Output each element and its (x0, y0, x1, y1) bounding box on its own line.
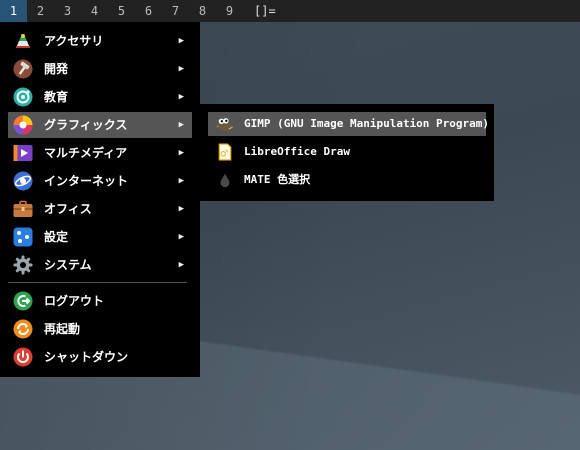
menu-item-label: 教育 (44, 90, 69, 104)
workspace-8-button[interactable]: 8 (189, 0, 216, 22)
graphics-icon (13, 115, 33, 135)
menu-item-shutdown[interactable]: シャットダウン (8, 344, 192, 370)
menu-item-label: マルチメディア (44, 146, 128, 160)
menu-item-office[interactable]: オフィス ▶ (8, 196, 192, 222)
submenu-item-libreoffice-draw[interactable]: LibreOffice Draw (208, 140, 486, 164)
multimedia-icon (13, 145, 33, 161)
submenu-arrow-icon: ▶ (178, 36, 184, 46)
internet-icon (13, 171, 33, 191)
menu-item-label: システム (44, 258, 92, 272)
menu-item-label: アクセサリ (44, 34, 104, 48)
menu-separator (8, 282, 187, 283)
workspace-1-button[interactable]: 1 (0, 0, 27, 22)
gimp-icon (216, 118, 233, 131)
libreoffice-draw-icon (218, 143, 232, 161)
menu-item-restart[interactable]: 再起動 (8, 316, 192, 342)
submenu-arrow-icon: ▶ (178, 260, 184, 270)
menu-item-label: グラフィックス (44, 118, 128, 132)
workspace-3-button[interactable]: 3 (54, 0, 81, 22)
color-picker-icon (220, 173, 230, 188)
workspace-4-button[interactable]: 4 (81, 0, 108, 22)
application-menu: アクセサリ ▶ 開発 ▶ 教育 ▶ グラフィックス ▶ マルチメディア ▶ イン… (0, 22, 200, 377)
menu-item-label: 開発 (44, 62, 69, 76)
restart-icon (13, 319, 33, 339)
menu-item-logout[interactable]: ログアウト (8, 288, 192, 314)
submenu-item-label: LibreOffice Draw (244, 145, 350, 158)
menu-item-settings[interactable]: 設定 ▶ (8, 224, 192, 250)
system-icon (13, 255, 33, 275)
menu-item-internet[interactable]: インターネット ▶ (8, 168, 192, 194)
settings-icon (13, 227, 33, 247)
submenu-arrow-icon: ▶ (178, 176, 184, 186)
menu-item-label: インターネット (44, 174, 129, 188)
submenu-item-gimp[interactable]: GIMP (GNU Image Manipulation Program) (208, 112, 490, 136)
submenu-item-label: GIMP (GNU Image Manipulation Program) (244, 117, 490, 130)
menu-item-label: 再起動 (44, 322, 81, 336)
menu-item-label: 設定 (44, 230, 69, 244)
top-bar: 1 2 3 4 5 6 7 8 9 []= (0, 0, 580, 22)
graphics-submenu: GIMP (GNU Image Manipulation Program) Li… (200, 104, 494, 201)
education-icon (13, 87, 33, 107)
accessories-icon (16, 34, 30, 48)
workspace-9-button[interactable]: 9 (216, 0, 243, 22)
submenu-arrow-icon: ▶ (178, 232, 184, 242)
submenu-arrow-icon: ▶ (178, 148, 184, 158)
menu-item-label: ログアウト (44, 294, 105, 308)
workspace-5-button[interactable]: 5 (108, 0, 135, 22)
workspace-6-button[interactable]: 6 (135, 0, 162, 22)
office-icon (13, 200, 33, 217)
logout-icon (13, 291, 33, 311)
menu-item-graphics[interactable]: グラフィックス ▶ (8, 112, 192, 138)
shutdown-icon (13, 347, 33, 367)
menu-item-label: シャットダウン (44, 350, 129, 364)
submenu-item-mate-color-picker[interactable]: MATE 色選択 (208, 168, 486, 192)
menu-item-system[interactable]: システム ▶ (8, 252, 192, 278)
menu-item-label: オフィス (44, 202, 92, 216)
submenu-arrow-icon: ▶ (178, 204, 184, 214)
menu-item-development[interactable]: 開発 ▶ (8, 56, 192, 82)
development-icon (13, 59, 33, 79)
menu-item-multimedia[interactable]: マルチメディア ▶ (8, 140, 192, 166)
menu-item-accessories[interactable]: アクセサリ ▶ (8, 28, 192, 54)
workspace-2-button[interactable]: 2 (27, 0, 54, 22)
workspace-7-button[interactable]: 7 (162, 0, 189, 22)
layout-indicator[interactable]: []= (254, 0, 276, 22)
submenu-item-label: MATE 色選択 (244, 173, 311, 186)
submenu-arrow-icon: ▶ (178, 92, 184, 102)
submenu-arrow-icon: ▶ (178, 120, 184, 130)
submenu-arrow-icon: ▶ (178, 64, 184, 74)
menu-item-education[interactable]: 教育 ▶ (8, 84, 192, 110)
